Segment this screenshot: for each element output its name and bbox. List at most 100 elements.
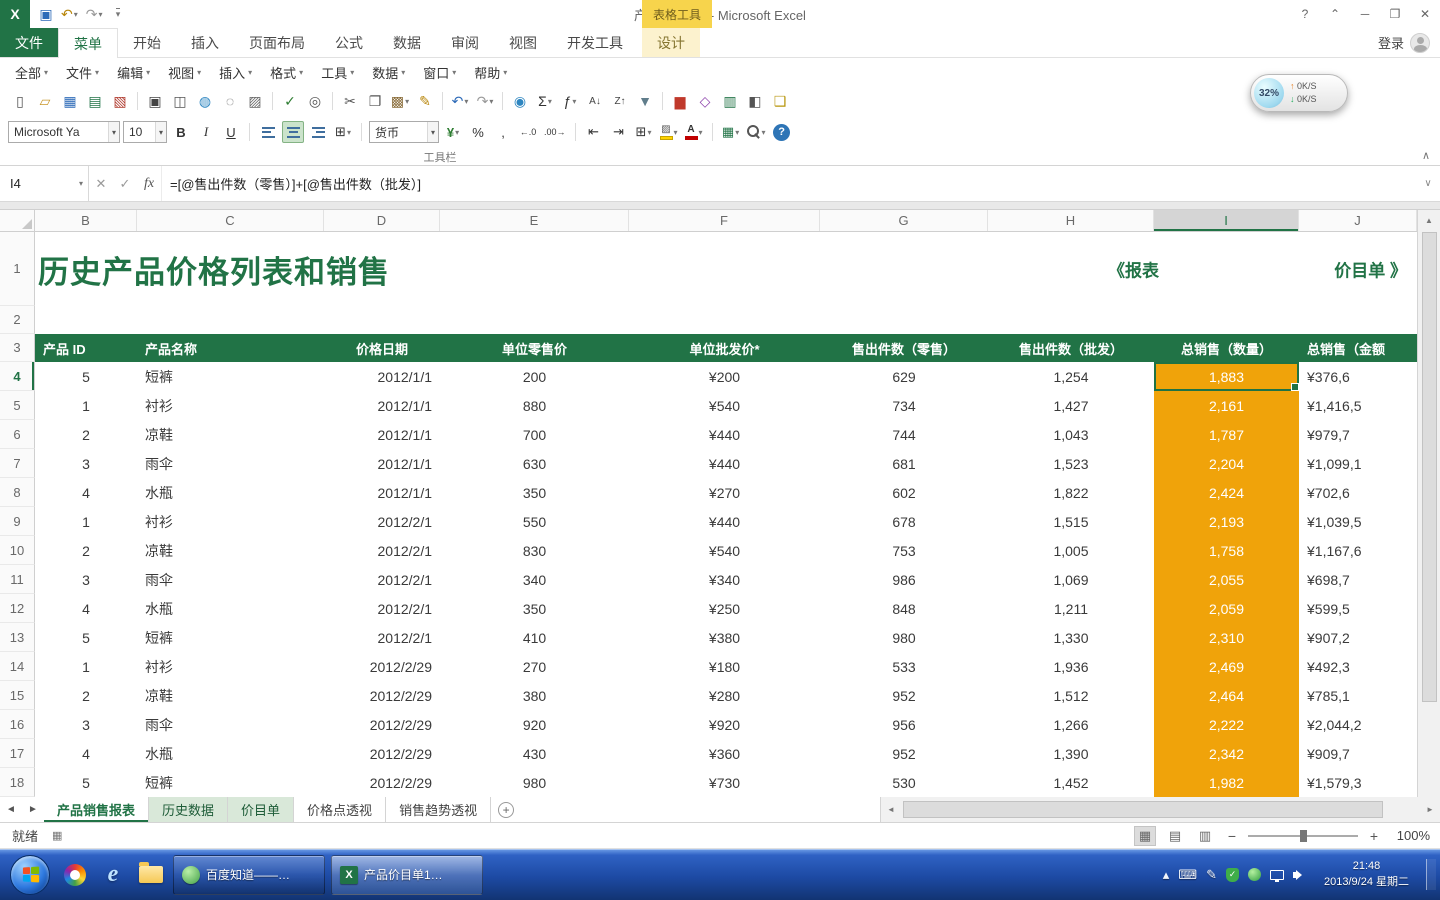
cell[interactable]: 短裤 bbox=[137, 362, 324, 391]
cell[interactable]: 1,512 bbox=[988, 681, 1154, 710]
price-list-link[interactable]: 价目单 》 bbox=[1334, 257, 1407, 282]
align-center-button[interactable] bbox=[282, 121, 304, 143]
cell[interactable]: ¥730 bbox=[629, 768, 820, 797]
table-header-cell[interactable]: 售出件数（批发） bbox=[988, 334, 1154, 362]
cell[interactable]: 744 bbox=[820, 420, 988, 449]
cell[interactable]: ¥979,7 bbox=[1299, 420, 1417, 449]
cell[interactable]: 1,452 bbox=[988, 768, 1154, 797]
row-header-14[interactable]: 14 bbox=[0, 652, 35, 681]
name-box[interactable]: I4 ▾ bbox=[0, 166, 88, 201]
table-header-cell[interactable]: 总销售（金额 bbox=[1299, 334, 1417, 362]
cell[interactable]: ¥1,416,5 bbox=[1299, 391, 1417, 420]
copy-button[interactable]: ❐ bbox=[363, 89, 387, 113]
scroll-left-button[interactable]: ◄ bbox=[881, 797, 901, 822]
cell[interactable]: ¥270 bbox=[629, 478, 820, 507]
cell[interactable]: 430 bbox=[440, 739, 629, 768]
increase-indent-button[interactable]: ⇥ bbox=[608, 121, 630, 143]
cell[interactable]: 1,758 bbox=[1154, 536, 1299, 565]
horizontal-scrollbar[interactable]: ◄ ► bbox=[880, 797, 1440, 822]
cell[interactable]: 凉鞋 bbox=[137, 536, 324, 565]
cell[interactable]: 水瓶 bbox=[137, 739, 324, 768]
ribbon-tab[interactable]: 开始 bbox=[118, 28, 176, 57]
zoom-out-button[interactable]: − bbox=[1224, 828, 1240, 844]
align-left-button[interactable] bbox=[257, 121, 279, 143]
underline-button[interactable]: U bbox=[220, 121, 242, 143]
open-button[interactable]: ▱ bbox=[33, 89, 57, 113]
close-file-button[interactable]: ▧ bbox=[108, 89, 132, 113]
cell[interactable]: 200 bbox=[440, 362, 629, 391]
row-header-18[interactable]: 18 bbox=[0, 768, 35, 797]
cell[interactable]: 1 bbox=[35, 507, 137, 536]
sheet-nav-back-button[interactable]: ◄ bbox=[0, 797, 22, 822]
zoom-slider-thumb[interactable] bbox=[1300, 830, 1307, 842]
row-header-16[interactable]: 16 bbox=[0, 710, 35, 739]
cell[interactable]: 2,204 bbox=[1154, 449, 1299, 478]
cell[interactable]: 5 bbox=[35, 362, 137, 391]
cell[interactable]: 980 bbox=[440, 768, 629, 797]
cell[interactable]: 1,427 bbox=[988, 391, 1154, 420]
sheet-tab[interactable]: 产品销售报表 bbox=[44, 797, 149, 822]
scroll-right-button[interactable]: ► bbox=[1420, 797, 1440, 822]
normal-view-button[interactable]: ▦ bbox=[1134, 826, 1156, 846]
find-select-button[interactable]: ▾ bbox=[745, 121, 768, 143]
cell[interactable]: 1,043 bbox=[988, 420, 1154, 449]
hidden-icons-button[interactable]: ▴ bbox=[1163, 867, 1170, 883]
cell[interactable]: 350 bbox=[440, 594, 629, 623]
sheet-tab[interactable]: 价格点透视 bbox=[294, 797, 386, 822]
cell[interactable]: 2012/1/1 bbox=[324, 362, 440, 391]
start-button[interactable] bbox=[10, 855, 50, 895]
print-button[interactable]: ▣ bbox=[143, 89, 167, 113]
row-header-4[interactable]: 4 bbox=[0, 362, 35, 391]
cell[interactable]: 350 bbox=[440, 478, 629, 507]
cell[interactable]: 凉鞋 bbox=[137, 681, 324, 710]
merged-title-cell[interactable]: 历史产品价格列表和销售《报表价目单 》 bbox=[35, 232, 1417, 306]
insert-function-button[interactable]: fx bbox=[137, 166, 161, 201]
cell[interactable]: ¥180 bbox=[629, 652, 820, 681]
menu-item[interactable]: 窗口▾ bbox=[414, 58, 465, 86]
ribbon-tab[interactable]: 设计 bbox=[642, 28, 700, 57]
row-header-17[interactable]: 17 bbox=[0, 739, 35, 768]
cell[interactable]: 1,515 bbox=[988, 507, 1154, 536]
cell[interactable]: 3 bbox=[35, 710, 137, 739]
save-button[interactable]: ▣ bbox=[36, 3, 56, 25]
cell[interactable]: ¥907,2 bbox=[1299, 623, 1417, 652]
menu-item[interactable]: 视图▾ bbox=[159, 58, 210, 86]
cell[interactable]: 2,424 bbox=[1154, 478, 1299, 507]
cell[interactable]: ¥1,579,3 bbox=[1299, 768, 1417, 797]
cell[interactable]: 533 bbox=[820, 652, 988, 681]
cell[interactable]: 凉鞋 bbox=[137, 420, 324, 449]
cell[interactable]: 530 bbox=[820, 768, 988, 797]
cell[interactable]: 848 bbox=[820, 594, 988, 623]
cell[interactable]: ¥698,7 bbox=[1299, 565, 1417, 594]
cell[interactable]: ¥200 bbox=[629, 362, 820, 391]
select-all-corner[interactable] bbox=[0, 210, 35, 231]
row-header-11[interactable]: 11 bbox=[0, 565, 35, 594]
cell[interactable]: 2012/2/29 bbox=[324, 739, 440, 768]
safety-ball-icon[interactable] bbox=[1248, 868, 1261, 881]
table-header-cell[interactable]: 产品名称 bbox=[137, 334, 324, 362]
customize-quick-access-button[interactable]: ▾ bbox=[108, 3, 128, 25]
browser-360-icon[interactable] bbox=[58, 856, 92, 894]
hyperlink-button[interactable]: ◉ bbox=[508, 89, 532, 113]
undo-button[interactable]: ↶▾ bbox=[448, 89, 472, 113]
menu-item[interactable]: 格式▾ bbox=[261, 58, 312, 86]
cell[interactable]: ¥1,167,6 bbox=[1299, 536, 1417, 565]
help-button-toolbar[interactable]: ? bbox=[771, 121, 793, 143]
cell[interactable]: 340 bbox=[440, 565, 629, 594]
row-header-7[interactable]: 7 bbox=[0, 449, 35, 478]
column-header-B[interactable]: B bbox=[35, 210, 137, 231]
cell[interactable]: ¥1,099,1 bbox=[1299, 449, 1417, 478]
column-header-J[interactable]: J bbox=[1299, 210, 1417, 231]
cell[interactable]: 2,222 bbox=[1154, 710, 1299, 739]
menu-item[interactable]: 工具▾ bbox=[312, 58, 363, 86]
row-header-15[interactable]: 15 bbox=[0, 681, 35, 710]
cell[interactable]: 衬衫 bbox=[137, 507, 324, 536]
cell[interactable]: 2012/2/1 bbox=[324, 507, 440, 536]
italic-button[interactable]: I bbox=[195, 121, 217, 143]
help-button[interactable]: ? bbox=[1290, 0, 1320, 28]
minimize-button[interactable]: ─ bbox=[1350, 0, 1380, 28]
cell[interactable]: 2012/2/1 bbox=[324, 623, 440, 652]
cell[interactable]: 2 bbox=[35, 681, 137, 710]
drawing-button[interactable]: ◇ bbox=[693, 89, 717, 113]
cell[interactable]: ¥909,7 bbox=[1299, 739, 1417, 768]
